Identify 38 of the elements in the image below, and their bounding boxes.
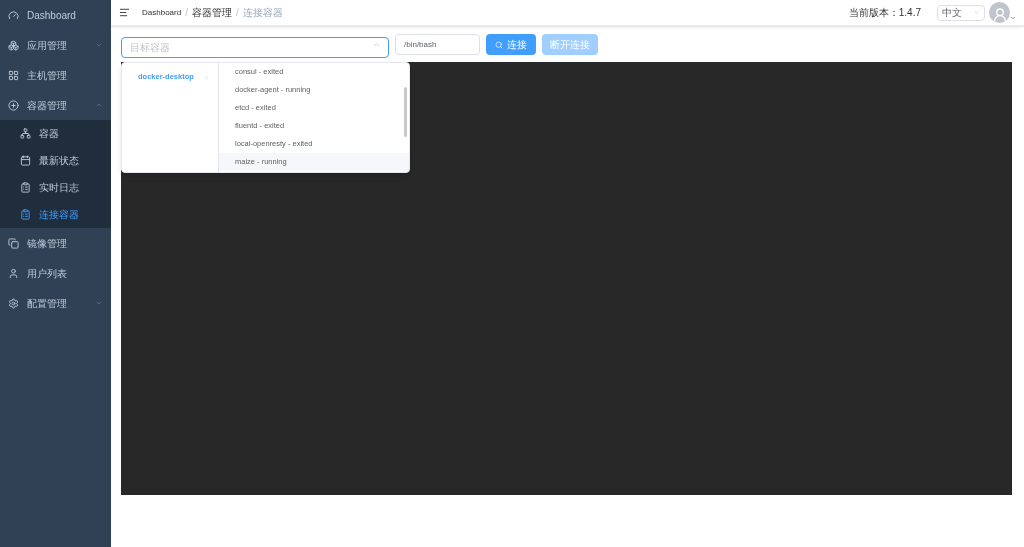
clipboard-icon: [20, 182, 31, 193]
avatar-icon[interactable]: [989, 2, 1010, 23]
chevron-down-icon: [973, 9, 980, 16]
submenu-item[interactable]: 连接容器: [0, 201, 111, 228]
sidebar-item[interactable]: 镜像管理: [0, 228, 111, 258]
plus-circle-icon: [8, 99, 19, 111]
language-select[interactable]: 中文: [937, 4, 985, 21]
copy-icon: [8, 237, 19, 249]
sidebar-item[interactable]: Dashboard: [0, 0, 111, 30]
gauge-icon: [8, 9, 19, 21]
clipboard-icon: [20, 209, 31, 220]
sidebar-item[interactable]: 主机管理: [0, 60, 111, 90]
scrollbar-thumb[interactable]: [404, 87, 407, 137]
grid-icon: [8, 69, 19, 81]
boxes-icon: [8, 39, 19, 51]
hierarchy-icon: [20, 128, 31, 139]
submenu-item[interactable]: 实时日志: [0, 174, 111, 201]
caret-icon[interactable]: [1010, 15, 1016, 21]
chevron-right-icon: [203, 73, 210, 81]
breadcrumb-item: 连接容器: [242, 6, 283, 20]
user-icon: [8, 267, 19, 279]
breadcrumb-item[interactable]: 容器管理: [191, 5, 232, 20]
menu-icon[interactable]: [119, 7, 130, 18]
sidebar-item[interactable]: 容器管理: [0, 90, 111, 120]
settings-icon: [8, 297, 19, 309]
chevron-up-icon: [372, 40, 381, 49]
calendar-icon: [20, 155, 31, 166]
search-icon: [495, 40, 503, 49]
command-input[interactable]: /bin/bash: [395, 34, 480, 55]
breadcrumb-separator: /: [235, 6, 239, 20]
breadcrumb-separator: /: [185, 6, 188, 20]
submenu-item[interactable]: 最新状态: [0, 147, 111, 174]
breadcrumb-item[interactable]: Dashboard: [142, 6, 182, 19]
sidebar-item[interactable]: 配置管理: [0, 288, 111, 318]
version-label: 当前版本：1.4.7: [848, 6, 921, 20]
sidebar-item[interactable]: 应用管理: [0, 30, 111, 60]
sidebar-item[interactable]: 用户列表: [0, 258, 111, 288]
submenu-item[interactable]: 容器: [0, 120, 111, 147]
